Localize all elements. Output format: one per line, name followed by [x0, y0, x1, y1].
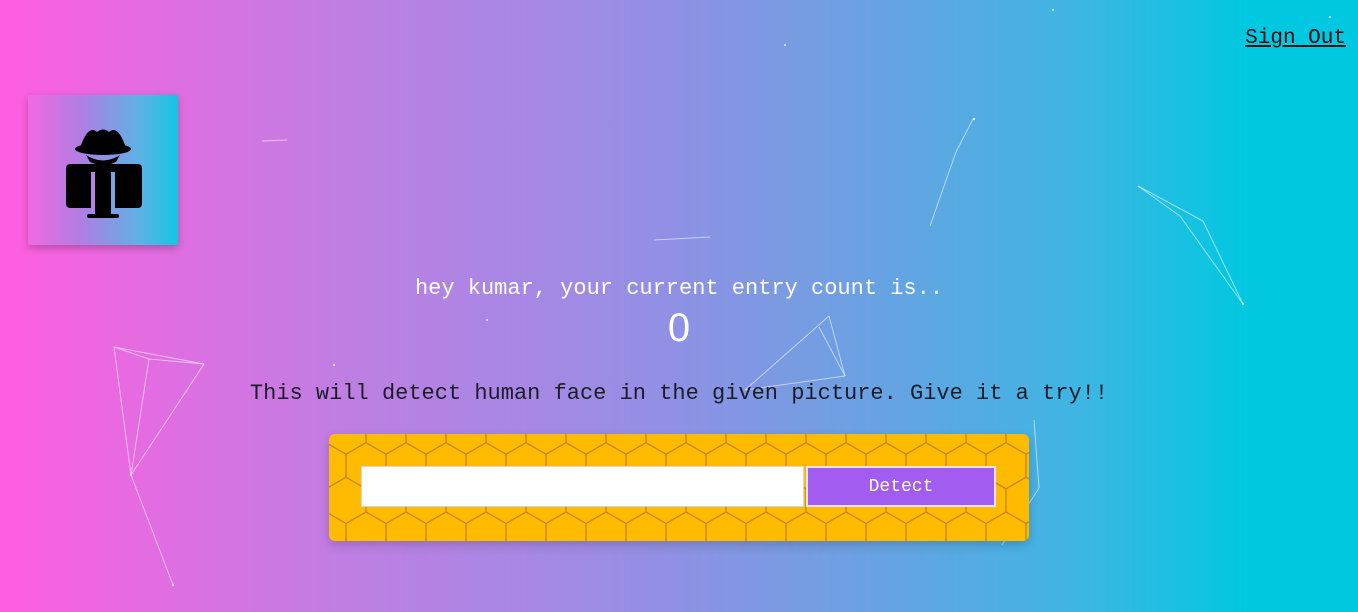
logo-card	[28, 95, 178, 245]
image-url-input[interactable]	[361, 466, 804, 507]
incognito-user-icon	[66, 129, 142, 218]
detect-button[interactable]: Detect	[806, 466, 996, 507]
greeting-text: hey kumar, your current entry count is..	[414, 276, 944, 301]
entry-count: 0	[667, 306, 691, 350]
sign-out-link[interactable]: Sign Out	[1245, 27, 1346, 50]
detector-description: This will detect human face in the given…	[249, 381, 1109, 406]
detector-panel: Detect	[329, 434, 1029, 541]
